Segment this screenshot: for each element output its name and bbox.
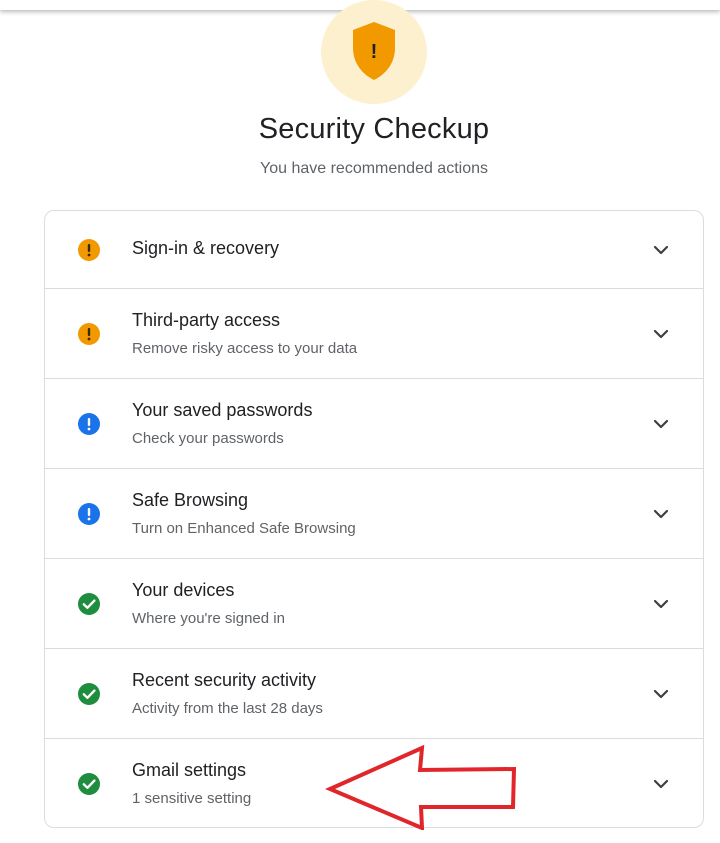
item-title: Recent security activity: [132, 670, 317, 690]
checkup-item-third-party-access[interactable]: Third-party access Remove risky access t…: [45, 289, 703, 379]
checkup-item-saved-passwords[interactable]: Your saved passwords Check your password…: [45, 379, 703, 469]
chevron-down-icon[interactable]: [651, 240, 671, 260]
checkup-item-your-devices[interactable]: Your devices Where you're signed in: [45, 559, 703, 649]
item-title: Your saved passwords: [132, 400, 313, 420]
item-title: Your devices: [132, 580, 235, 600]
item-subtitle: Activity from the last 28 days: [132, 700, 323, 717]
checkup-item-recent-security-activity[interactable]: Recent security activity Activity from t…: [45, 649, 703, 739]
item-subtitle: 1 sensitive setting: [132, 790, 252, 807]
info-alert-icon: [78, 503, 100, 525]
shield-glyph: !: [371, 41, 378, 63]
shield-warning-icon: !: [349, 20, 399, 82]
checkup-item-gmail-settings[interactable]: Gmail settings 1 sensitive setting: [45, 739, 703, 827]
check-circle-icon: [78, 773, 100, 795]
checkup-item-safe-browsing[interactable]: Safe Browsing Turn on Enhanced Safe Brow…: [45, 469, 703, 559]
item-title: Safe Browsing: [132, 490, 249, 510]
chevron-down-icon[interactable]: [651, 504, 671, 524]
item-subtitle: Where you're signed in: [132, 610, 285, 627]
checkup-item-sign-in-recovery[interactable]: Sign-in & recovery: [45, 211, 703, 289]
page-subtitle: You have recommended actions: [260, 160, 488, 177]
chevron-down-icon[interactable]: [651, 324, 671, 344]
warning-icon: [78, 323, 100, 345]
check-circle-icon: [78, 593, 100, 615]
item-title: Gmail settings: [132, 760, 247, 780]
checkup-card: Sign-in & recovery Third-party access Re…: [44, 210, 704, 828]
check-circle-icon: [78, 683, 100, 705]
chevron-down-icon[interactable]: [651, 414, 671, 434]
chevron-down-icon[interactable]: [651, 774, 671, 794]
info-alert-icon: [78, 413, 100, 435]
item-subtitle: Remove risky access to your data: [132, 340, 358, 357]
item-subtitle: Turn on Enhanced Safe Browsing: [132, 520, 356, 537]
item-subtitle: Check your passwords: [132, 430, 284, 447]
item-title: Sign-in & recovery: [132, 238, 280, 258]
warning-icon: [78, 239, 100, 261]
item-title: Third-party access: [132, 310, 281, 330]
chevron-down-icon[interactable]: [651, 684, 671, 704]
chevron-down-icon[interactable]: [651, 594, 671, 614]
page-title: Security Checkup: [258, 113, 490, 145]
